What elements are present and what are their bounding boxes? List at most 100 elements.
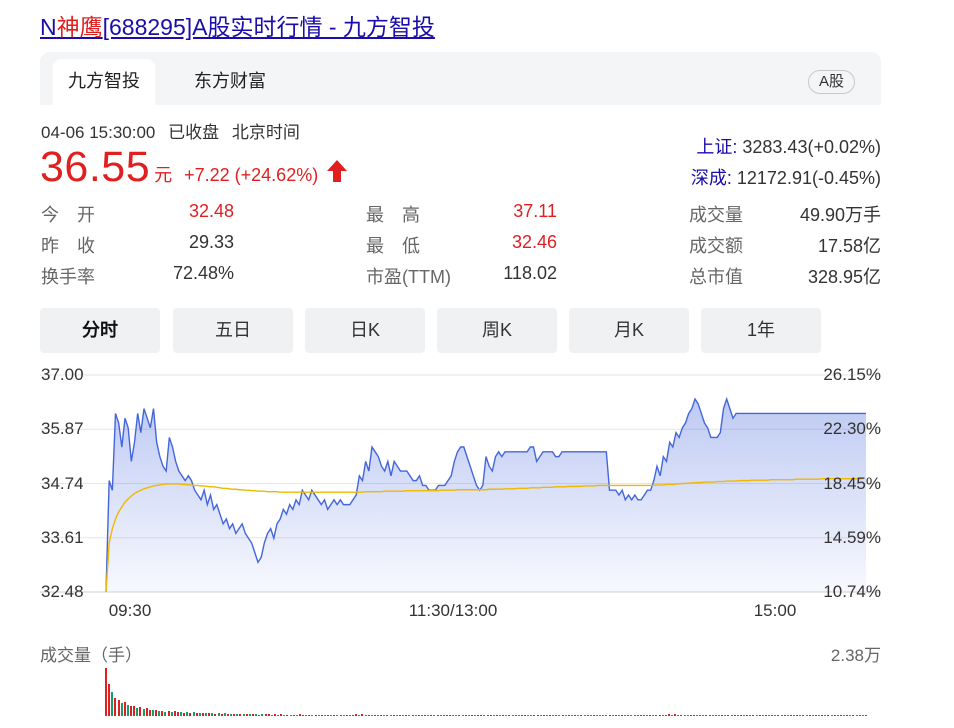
- volume-bar: [818, 715, 821, 716]
- volume-bar: [317, 714, 320, 716]
- volume-bar: [105, 668, 107, 716]
- volume-bar: [198, 712, 201, 716]
- volume-bar: [839, 715, 842, 716]
- volume-bar: [596, 715, 599, 716]
- x-tick-label: 09:30: [108, 601, 152, 620]
- volume-bar: [630, 715, 633, 716]
- volume-bar: [483, 714, 486, 716]
- volume-bar: [186, 712, 189, 716]
- volume-bar: [327, 714, 330, 716]
- volume-bar: [833, 715, 836, 716]
- volume-bar: [298, 714, 301, 716]
- volume-bar: [849, 715, 852, 716]
- volume-bar: [236, 713, 239, 716]
- volume-bar: [555, 715, 558, 716]
- volume-bar: [655, 714, 658, 716]
- volume-bar: [295, 714, 298, 716]
- volume-bar: [599, 714, 602, 716]
- volume-bar: [398, 714, 401, 716]
- volume-bar: [255, 714, 258, 716]
- volume-bar: [277, 714, 280, 716]
- volume-bar: [561, 715, 564, 716]
- volume-bar: [183, 712, 186, 716]
- volume-bar: [452, 714, 455, 716]
- volume-bar: [667, 714, 670, 716]
- volume-bar: [511, 715, 514, 716]
- volume-bar: [861, 715, 864, 716]
- volume-bar: [761, 715, 764, 716]
- volume-bar: [411, 715, 414, 716]
- volume-bar: [824, 715, 827, 716]
- volume-bar: [289, 714, 292, 716]
- volume-bar: [120, 702, 123, 716]
- volume-bar: [245, 714, 248, 716]
- volume-bar: [405, 714, 408, 716]
- volume-bar: [649, 714, 652, 716]
- volume-bar: [430, 715, 433, 716]
- volume-bar: [843, 715, 846, 716]
- volume-bar: [852, 715, 855, 716]
- volume-bar: [455, 714, 458, 716]
- y-tick-label-left: 34.74: [41, 473, 84, 493]
- volume-bar: [336, 714, 339, 716]
- volume-bar: [486, 715, 489, 716]
- y-tick-label-right: 14.59%: [823, 527, 881, 547]
- volume-bar: [445, 714, 448, 716]
- volume-bar: [696, 714, 699, 716]
- volume-bar: [705, 714, 708, 716]
- volume-bar: [414, 714, 417, 716]
- volume-bar: [586, 715, 589, 716]
- volume-bar: [718, 715, 720, 716]
- volume-bar: [383, 714, 386, 716]
- volume-bar: [752, 715, 755, 716]
- y-tick-label-left: 35.87: [41, 419, 84, 439]
- volume-bar: [646, 714, 649, 716]
- volume-bar: [126, 704, 129, 716]
- volume-bar: [380, 714, 383, 716]
- volume-bar: [658, 714, 661, 716]
- volume-bar: [821, 715, 824, 716]
- volume-bar: [558, 715, 561, 716]
- volume-bar: [583, 715, 586, 716]
- volume-bar: [589, 715, 592, 716]
- volume-bar: [311, 714, 314, 716]
- volume-bar: [542, 715, 545, 716]
- volume-bar: [205, 712, 208, 716]
- volume-bar: [305, 714, 308, 716]
- volume-bar: [502, 715, 505, 716]
- volume-bar: [677, 714, 680, 716]
- volume-bar: [283, 714, 286, 716]
- volume-bar: [348, 714, 351, 716]
- volume-bar: [355, 714, 358, 716]
- volume-bar: [389, 715, 392, 716]
- volume-bar: [743, 715, 746, 716]
- volume-bar: [764, 715, 767, 716]
- volume-bar: [402, 715, 405, 716]
- volume-bar: [267, 714, 270, 716]
- volume-bar: [614, 715, 617, 716]
- volume-bar: [180, 711, 183, 716]
- volume-bar: [771, 715, 774, 716]
- volume-bar: [155, 710, 158, 716]
- volume-bar: [661, 714, 664, 716]
- volume-bar: [652, 714, 655, 716]
- volume-bar: [345, 715, 348, 716]
- volume-bar: [686, 714, 689, 716]
- volume-bar: [671, 714, 674, 716]
- volume-bar: [333, 714, 336, 716]
- volume-bar: [370, 714, 373, 716]
- volume-bar: [342, 714, 345, 716]
- volume-bar: [714, 715, 717, 716]
- volume-bar: [242, 713, 245, 716]
- volume-bar: [208, 713, 211, 716]
- volume-bar: [273, 714, 276, 716]
- volume-bar: [621, 715, 624, 716]
- volume-bar: [361, 714, 364, 716]
- volume-bar: [489, 714, 492, 716]
- volume-bar: [239, 714, 242, 716]
- volume-bar: [320, 715, 323, 716]
- volume-bar: [727, 715, 730, 716]
- volume-bar: [164, 711, 167, 716]
- volume-bar: [123, 701, 126, 716]
- volume-bar: [858, 715, 861, 716]
